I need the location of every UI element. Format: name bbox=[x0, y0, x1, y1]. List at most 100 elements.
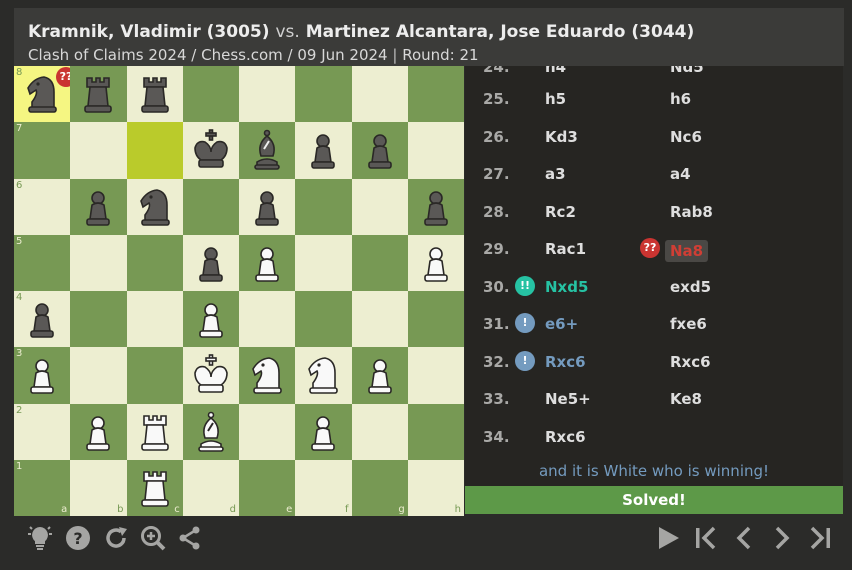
square-d2[interactable] bbox=[182, 403, 239, 460]
square-g1[interactable]: g bbox=[351, 459, 408, 516]
square-a1[interactable]: 1a bbox=[14, 459, 71, 516]
previous-move-icon[interactable] bbox=[730, 524, 758, 552]
square-a6[interactable]: 6 bbox=[14, 178, 71, 235]
square-c7[interactable] bbox=[126, 122, 183, 179]
white-pawn-piece[interactable] bbox=[358, 353, 402, 397]
square-d6[interactable] bbox=[182, 178, 239, 235]
square-h4[interactable] bbox=[407, 291, 464, 348]
square-h6[interactable] bbox=[407, 178, 464, 235]
white-pawn-piece[interactable] bbox=[189, 297, 233, 341]
square-f6[interactable] bbox=[295, 178, 352, 235]
square-e6[interactable] bbox=[239, 178, 296, 235]
square-b2[interactable] bbox=[70, 403, 127, 460]
square-f3[interactable] bbox=[295, 347, 352, 404]
square-a2[interactable]: 2 bbox=[14, 403, 71, 460]
black-move[interactable]: exd5 bbox=[670, 278, 711, 296]
next-move-icon[interactable] bbox=[768, 524, 796, 552]
black-pawn-piece[interactable] bbox=[358, 128, 402, 172]
black-pawn-piece[interactable] bbox=[189, 241, 233, 285]
white-move[interactable]: Rc2 bbox=[545, 203, 576, 221]
retry-icon[interactable] bbox=[102, 524, 130, 552]
square-c1[interactable]: c bbox=[126, 459, 183, 516]
white-pawn-piece[interactable] bbox=[245, 241, 289, 285]
square-e8[interactable] bbox=[239, 66, 296, 123]
square-g7[interactable] bbox=[351, 122, 408, 179]
square-a7[interactable]: 7 bbox=[14, 122, 71, 179]
square-e1[interactable]: e bbox=[239, 459, 296, 516]
square-d7[interactable] bbox=[182, 122, 239, 179]
square-c6[interactable] bbox=[126, 178, 183, 235]
help-icon[interactable]: ? bbox=[64, 524, 92, 552]
square-e4[interactable] bbox=[239, 291, 296, 348]
white-rook-piece[interactable] bbox=[133, 466, 177, 510]
share-icon[interactable] bbox=[176, 524, 204, 552]
black-rook-piece[interactable] bbox=[76, 72, 120, 116]
square-a8[interactable]: 8?? bbox=[14, 66, 76, 123]
white-knight-piece[interactable] bbox=[245, 353, 289, 397]
last-move-icon[interactable] bbox=[806, 524, 834, 552]
square-g2[interactable] bbox=[351, 403, 408, 460]
square-f4[interactable] bbox=[295, 291, 352, 348]
square-f8[interactable] bbox=[295, 66, 352, 123]
square-c4[interactable] bbox=[126, 291, 183, 348]
square-a3[interactable]: 3 bbox=[14, 347, 71, 404]
square-d8[interactable] bbox=[182, 66, 239, 123]
black-knight-piece[interactable] bbox=[133, 185, 177, 229]
white-pawn-piece[interactable] bbox=[20, 353, 64, 397]
black-pawn-piece[interactable] bbox=[245, 185, 289, 229]
white-move[interactable]: h5 bbox=[545, 90, 566, 108]
white-move[interactable]: e6+ bbox=[545, 315, 578, 333]
square-b7[interactable] bbox=[70, 122, 127, 179]
square-b1[interactable]: b bbox=[70, 459, 127, 516]
square-f7[interactable] bbox=[295, 122, 352, 179]
square-d1[interactable]: d bbox=[182, 459, 239, 516]
white-king-piece[interactable] bbox=[189, 353, 233, 397]
black-rook-piece[interactable] bbox=[133, 72, 177, 116]
square-f2[interactable] bbox=[295, 403, 352, 460]
black-king-piece[interactable] bbox=[189, 128, 233, 172]
square-h1[interactable]: h bbox=[407, 459, 464, 516]
square-e2[interactable] bbox=[239, 403, 296, 460]
square-h8[interactable] bbox=[407, 66, 464, 123]
chess-board[interactable]: 8?? 7 6 5 4 3 2 1 a b c d e f g h bbox=[14, 66, 464, 516]
square-b6[interactable] bbox=[70, 178, 127, 235]
square-d3[interactable] bbox=[182, 347, 239, 404]
square-h2[interactable] bbox=[407, 403, 464, 460]
play-icon[interactable] bbox=[654, 524, 682, 552]
black-move[interactable]: Ke8 bbox=[670, 390, 702, 408]
square-c5[interactable] bbox=[126, 234, 183, 291]
square-c8[interactable] bbox=[126, 66, 183, 123]
black-move[interactable]: Na8 bbox=[665, 240, 709, 262]
black-pawn-piece[interactable] bbox=[20, 297, 64, 341]
square-e7[interactable] bbox=[239, 122, 296, 179]
lightbulb-icon[interactable] bbox=[26, 524, 54, 552]
black-move[interactable]: Nc6 bbox=[670, 128, 702, 146]
analysis-icon[interactable] bbox=[139, 524, 167, 552]
black-pawn-piece[interactable] bbox=[76, 185, 120, 229]
black-pawn-piece[interactable] bbox=[414, 185, 458, 229]
black-move[interactable]: h6 bbox=[670, 90, 691, 108]
white-move[interactable]: Nxd5 bbox=[545, 278, 588, 296]
square-b8[interactable] bbox=[70, 66, 127, 123]
square-d5[interactable] bbox=[182, 234, 239, 291]
white-move[interactable]: Kd3 bbox=[545, 128, 578, 146]
square-g5[interactable] bbox=[351, 234, 408, 291]
square-g3[interactable] bbox=[351, 347, 408, 404]
black-move[interactable]: Rxc6 bbox=[670, 353, 711, 371]
square-g4[interactable] bbox=[351, 291, 408, 348]
square-f5[interactable] bbox=[295, 234, 352, 291]
square-b4[interactable] bbox=[70, 291, 127, 348]
black-pawn-piece[interactable] bbox=[301, 128, 345, 172]
white-move[interactable]: Rxc6 bbox=[545, 353, 586, 371]
black-move[interactable]: Nd5 bbox=[670, 66, 704, 76]
square-d4[interactable] bbox=[182, 291, 239, 348]
square-a4[interactable]: 4 bbox=[14, 291, 71, 348]
square-c3[interactable] bbox=[126, 347, 183, 404]
white-rook-piece[interactable] bbox=[133, 410, 177, 454]
white-pawn-piece[interactable] bbox=[301, 410, 345, 454]
white-move[interactable]: h4 bbox=[545, 66, 566, 76]
black-move[interactable]: a4 bbox=[670, 165, 691, 183]
square-c2[interactable] bbox=[126, 403, 183, 460]
square-g6[interactable] bbox=[351, 178, 408, 235]
white-move[interactable]: Rac1 bbox=[545, 240, 586, 258]
